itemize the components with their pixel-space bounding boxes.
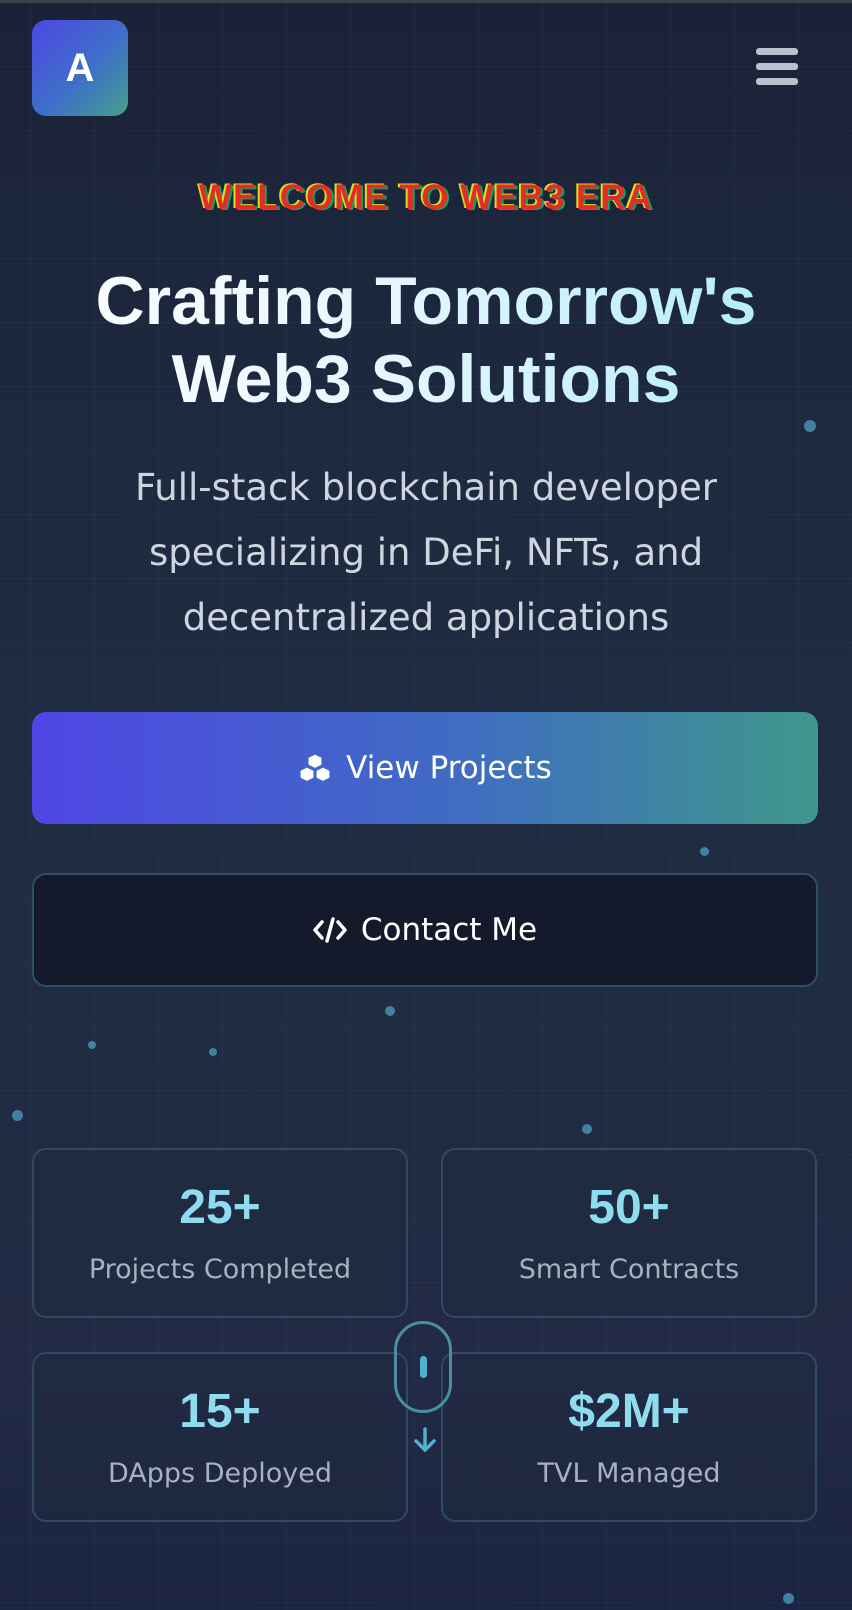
arrow-down-icon <box>414 1427 436 1452</box>
hero-subtitle: Full-stack blockchain developer speciali… <box>134 466 718 639</box>
particle-dot <box>783 1593 794 1604</box>
page-title: Crafting Tomorrow's Web3 Solutions <box>0 262 852 418</box>
particle-dot <box>88 1041 96 1049</box>
logo-letter: A <box>65 45 95 90</box>
cubes-icon <box>298 753 332 783</box>
eyebrow-text: WELCOME TO WEB3 ERA <box>199 178 653 217</box>
stat-value: 25+ <box>179 1181 261 1234</box>
particle-dot <box>804 420 816 432</box>
particle-dot <box>582 1124 592 1134</box>
stat-value: 15+ <box>179 1385 261 1438</box>
view-projects-button[interactable]: View Projects <box>32 712 818 824</box>
title-line-1: Crafting Tomorrow's <box>95 263 757 339</box>
stat-label: DApps Deployed <box>107 1458 332 1489</box>
contact-me-button[interactable]: Contact Me <box>32 873 818 987</box>
menu-bar <box>756 63 798 70</box>
title-line-2: Web3 Solutions <box>171 341 681 417</box>
stat-card: 50+ Smart Contracts <box>441 1148 817 1318</box>
stat-value: $2M+ <box>568 1385 690 1438</box>
mouse-scroll-icon[interactable] <box>394 1321 452 1413</box>
scroll-wheel <box>420 1356 427 1378</box>
particle-dot <box>700 847 709 856</box>
top-border <box>0 0 852 3</box>
menu-bar <box>756 78 798 85</box>
hamburger-menu-icon[interactable] <box>756 48 800 88</box>
stat-label: Projects Completed <box>88 1254 352 1285</box>
particle-dot <box>385 1006 395 1016</box>
stat-card: $2M+ TVL Managed <box>441 1352 817 1522</box>
stat-card: 15+ DApps Deployed <box>32 1352 408 1522</box>
particle-dot <box>12 1110 23 1121</box>
menu-bar <box>756 48 798 55</box>
contact-me-label: Contact Me <box>360 912 538 948</box>
stat-label: TVL Managed <box>537 1458 721 1489</box>
stat-card: 25+ Projects Completed <box>32 1148 408 1318</box>
logo[interactable]: A <box>32 20 128 116</box>
particle-dot <box>209 1048 217 1056</box>
view-projects-label: View Projects <box>346 750 552 786</box>
stat-label: Smart Contracts <box>518 1254 740 1285</box>
code-icon <box>313 917 347 943</box>
stat-value: 50+ <box>588 1181 670 1234</box>
